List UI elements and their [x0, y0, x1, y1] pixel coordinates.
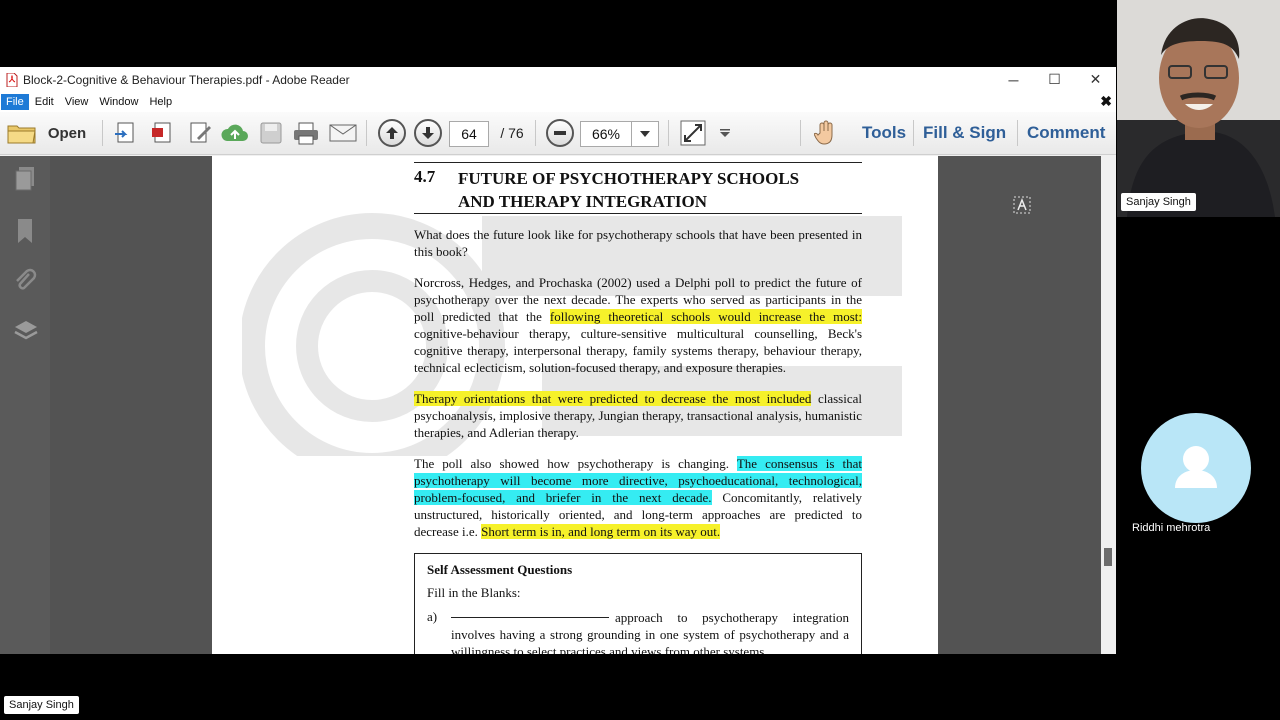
create-pdf-icon[interactable] — [112, 119, 140, 147]
menu-edit[interactable]: Edit — [30, 94, 59, 110]
section-number: 4.7 — [414, 167, 436, 186]
pdf-file-icon — [6, 72, 18, 87]
reader-window: Block-2-Cognitive & Behaviour Therapies.… — [0, 67, 1116, 654]
close-document-button[interactable]: ✖ — [1100, 93, 1112, 110]
page-thumbnails-icon[interactable] — [13, 166, 37, 192]
window-title: Block-2-Cognitive & Behaviour Therapies.… — [23, 72, 350, 87]
previous-page-button[interactable] — [377, 119, 407, 147]
export-pdf-icon[interactable] — [148, 119, 176, 147]
hand-tool-icon[interactable] — [811, 119, 841, 147]
open-folder-icon[interactable] — [6, 119, 38, 147]
toolbar: Open 64 / 76 66% Tools Fill & Sign Comme… — [0, 112, 1116, 155]
close-window-button[interactable]: ✕ — [1075, 67, 1116, 92]
page-number-input[interactable]: 64 — [449, 121, 489, 147]
layers-icon[interactable] — [13, 318, 38, 344]
section-title-line-2: AND THERAPY INTEGRATION — [458, 192, 708, 211]
paragraph-changing: The poll also showed how psychotherapy i… — [414, 455, 862, 540]
paragraph-intro: What does the future look like for psych… — [414, 227, 862, 259]
save-icon[interactable] — [258, 119, 284, 147]
paragraph-delphi-poll: Norcross, Hedges, and Prochaska (2002) u… — [414, 274, 862, 376]
cloud-upload-icon[interactable] — [220, 119, 250, 147]
section-title-line-1: FUTURE OF PSYCHOTHERAPY SCHOOLS — [458, 169, 800, 188]
self-assessment-box: Self Assessment Questions Fill in the Bl… — [414, 553, 862, 654]
saq-title: Self Assessment Questions — [427, 562, 573, 577]
participant-name-tag: Sanjay Singh — [1121, 193, 1196, 211]
bookmarks-icon[interactable] — [13, 218, 37, 244]
yellow-highlight[interactable]: Therapy orientations that were predicted… — [414, 391, 812, 406]
menu-window[interactable]: Window — [94, 94, 143, 110]
pdf-page: 4.7 FUTURE OF PSYCHOTHERAPY SCHOOLS AND … — [212, 156, 938, 654]
text-select-cursor-icon — [1013, 196, 1031, 214]
participant-avatar[interactable] — [1141, 413, 1251, 523]
tools-button[interactable]: Tools — [862, 123, 906, 143]
screen: Block-2-Cognitive & Behaviour Therapies.… — [0, 0, 1280, 720]
document-viewport[interactable]: 4.7 FUTURE OF PSYCHOTHERAPY SCHOOLS AND … — [50, 156, 1101, 654]
paragraph-text: The poll also showed how psychotherapy i… — [414, 456, 737, 471]
fit-page-icon[interactable] — [678, 119, 708, 147]
saq-subtitle: Fill in the Blanks: — [427, 585, 521, 600]
vertical-scrollbar[interactable] — [1101, 156, 1116, 654]
navigation-pane — [0, 156, 50, 654]
participant-video-tile[interactable]: Sanjay Singh — [1117, 0, 1280, 217]
zoom-level-input[interactable]: 66% — [580, 121, 632, 147]
user-icon — [1175, 446, 1217, 488]
fill-sign-button[interactable]: Fill & Sign — [923, 123, 1006, 143]
menu-help[interactable]: Help — [144, 94, 177, 110]
participant-avatar-name: Riddhi mehrotra — [1132, 522, 1211, 534]
scrollbar-thumb[interactable] — [1104, 548, 1112, 566]
comment-button[interactable]: Comment — [1027, 123, 1105, 143]
attachments-icon[interactable] — [13, 268, 37, 294]
heading-top-rule — [414, 162, 862, 163]
maximize-button[interactable]: ☐ — [1034, 67, 1075, 92]
speaker-name-tag: Sanjay Singh — [4, 696, 79, 714]
email-icon[interactable] — [328, 119, 358, 147]
menu-bar: File Edit View Window Help ✖ — [0, 92, 1116, 112]
participant-video-image — [1117, 0, 1280, 217]
heading-bottom-rule — [414, 213, 862, 214]
menu-file[interactable]: File — [1, 94, 29, 110]
saq-question: approach to psychotherapy integration in… — [451, 609, 849, 654]
saq-question-label: a) — [427, 609, 438, 624]
yellow-highlight[interactable]: Short term is in, and long term on its w… — [481, 524, 721, 539]
yellow-highlight[interactable]: following theoretical schools would incr… — [549, 309, 862, 324]
menu-view[interactable]: View — [60, 94, 94, 110]
more-tools-chevron-down-icon[interactable] — [716, 119, 734, 147]
paragraph-decrease: Therapy orientations that were predicted… — [414, 390, 862, 441]
next-page-button[interactable] — [413, 119, 443, 147]
open-button[interactable]: Open — [44, 119, 90, 147]
print-icon[interactable] — [292, 119, 320, 147]
title-bar: Block-2-Cognitive & Behaviour Therapies.… — [0, 67, 1116, 92]
fill-blank-line — [451, 617, 609, 618]
page-total: / 76 — [500, 125, 524, 141]
edit-pdf-icon[interactable] — [186, 119, 214, 147]
zoom-dropdown-chevron-down-icon[interactable] — [631, 121, 659, 147]
zoom-out-button[interactable] — [545, 119, 575, 147]
paragraph-text: cognitive-behaviour therapy, culture-sen… — [414, 326, 862, 375]
minimize-button[interactable]: ─ — [993, 67, 1034, 92]
section-title: FUTURE OF PSYCHOTHERAPY SCHOOLS AND THER… — [458, 167, 799, 213]
